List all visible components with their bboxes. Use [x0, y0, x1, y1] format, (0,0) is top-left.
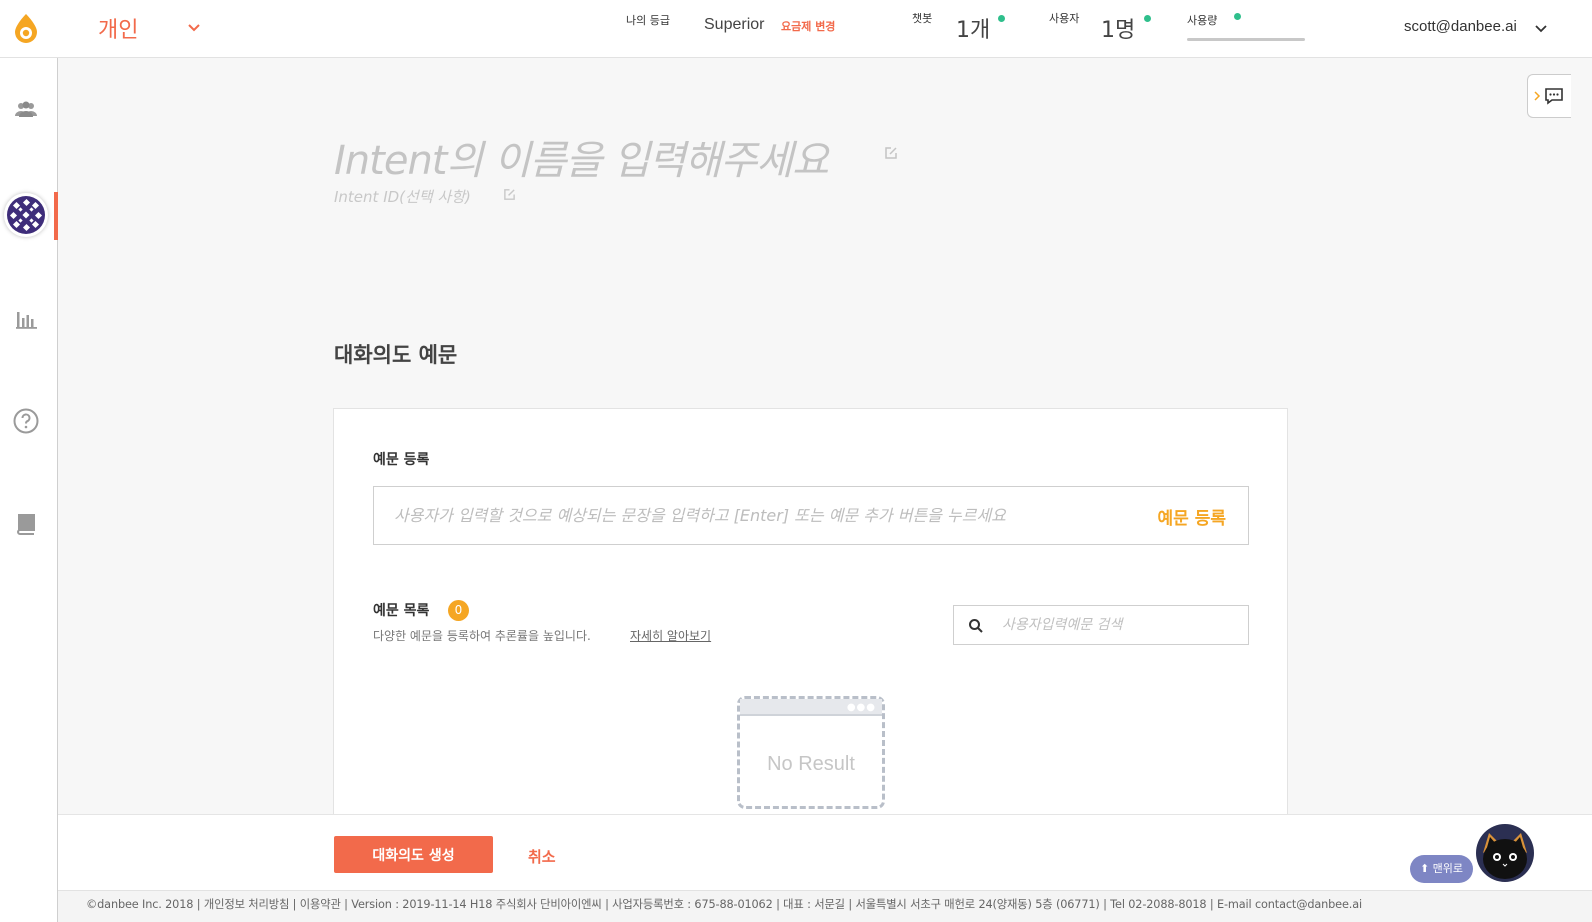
workspace-name[interactable]: 개인 — [98, 12, 138, 44]
intent-name-input[interactable]: Intent의 이름을 입력해주세요 — [334, 128, 829, 186]
chevron-down-icon[interactable] — [186, 20, 202, 36]
utterance-count-badge: 0 — [448, 600, 469, 621]
grade-label: 나의 등급 — [626, 14, 670, 27]
empty-state-text: No Result — [767, 753, 855, 775]
edit-icon[interactable] — [503, 188, 516, 201]
account-email[interactable]: scott@danbee.ai — [1404, 18, 1517, 35]
book-icon[interactable] — [14, 512, 38, 536]
chevron-right-icon — [1534, 91, 1541, 101]
usage-bar — [1187, 38, 1305, 41]
action-bar: 대화의도 생성 취소 — [58, 814, 1592, 890]
chatbot-count: 1개 — [956, 18, 991, 43]
active-indicator — [54, 192, 58, 240]
register-utterance-button[interactable]: 예문 등록 — [1158, 504, 1226, 529]
bar-chart-icon[interactable] — [14, 306, 38, 330]
search-field — [953, 605, 1249, 645]
chat-panel-toggle[interactable] — [1527, 74, 1571, 118]
register-label: 예문 등록 — [373, 452, 430, 468]
dots-icon: ●●● — [846, 702, 876, 713]
cat-avatar-icon[interactable] — [1475, 823, 1535, 883]
footer-text: ©danbee Inc. 2018 | 개인정보 처리방침 | 이용약관 | V… — [86, 898, 1362, 911]
empty-state-titlebar: ●●● — [740, 699, 882, 716]
sidebar-item-chatbot-active[interactable] — [4, 193, 48, 237]
danbee-logo-icon[interactable] — [10, 12, 42, 44]
cancel-button[interactable]: 취소 — [528, 846, 556, 867]
user-status-dot — [1144, 15, 1151, 22]
utterance-input[interactable] — [374, 487, 1134, 544]
plan-change-link[interactable]: 요금제 변경 — [781, 18, 835, 34]
create-intent-button[interactable]: 대화의도 생성 — [334, 836, 493, 873]
chat-bubble-icon — [1545, 88, 1563, 105]
utterance-card: 예문 등록 예문 등록 예문 목록 0 다양한 예문을 등록하여 추론률을 높입… — [333, 408, 1288, 828]
usage-label: 사용량 — [1187, 14, 1218, 27]
pattern-icon — [7, 196, 45, 234]
chatbot-label: 챗봇 — [912, 12, 933, 25]
usage-status-dot — [1234, 13, 1241, 20]
chatbot-status-dot — [998, 15, 1005, 22]
search-input[interactable] — [994, 606, 1244, 644]
help-icon[interactable] — [13, 408, 39, 434]
list-description: 다양한 예문을 등록하여 추론률을 높입니다. — [373, 629, 591, 643]
user-count: 1명 — [1101, 18, 1136, 43]
edit-icon[interactable] — [884, 146, 898, 160]
empty-state: ●●● No Result — [737, 696, 885, 809]
scroll-top-button[interactable]: ⬆ 맨위로 — [1410, 855, 1473, 883]
left-sidebar — [0, 58, 58, 922]
intent-id-input[interactable]: Intent ID(선택 사항) — [334, 186, 471, 207]
learn-more-link[interactable]: 자세히 알아보기 — [630, 627, 711, 644]
list-label: 예문 목록 — [373, 603, 430, 619]
user-label: 사용자 — [1049, 12, 1080, 25]
footer: ©danbee Inc. 2018 | 개인정보 처리방침 | 이용약관 | V… — [58, 890, 1592, 922]
users-icon[interactable] — [14, 98, 38, 122]
register-field: 예문 등록 — [373, 486, 1249, 545]
section-title: 대화의도 예문 — [334, 343, 458, 367]
chevron-down-icon[interactable] — [1534, 22, 1548, 36]
grade-value: Superior — [704, 16, 765, 33]
search-icon — [969, 619, 983, 633]
top-header: 개인 나의 등급 Superior 요금제 변경 챗봇 1개 사용자 1명 사용… — [0, 0, 1592, 58]
